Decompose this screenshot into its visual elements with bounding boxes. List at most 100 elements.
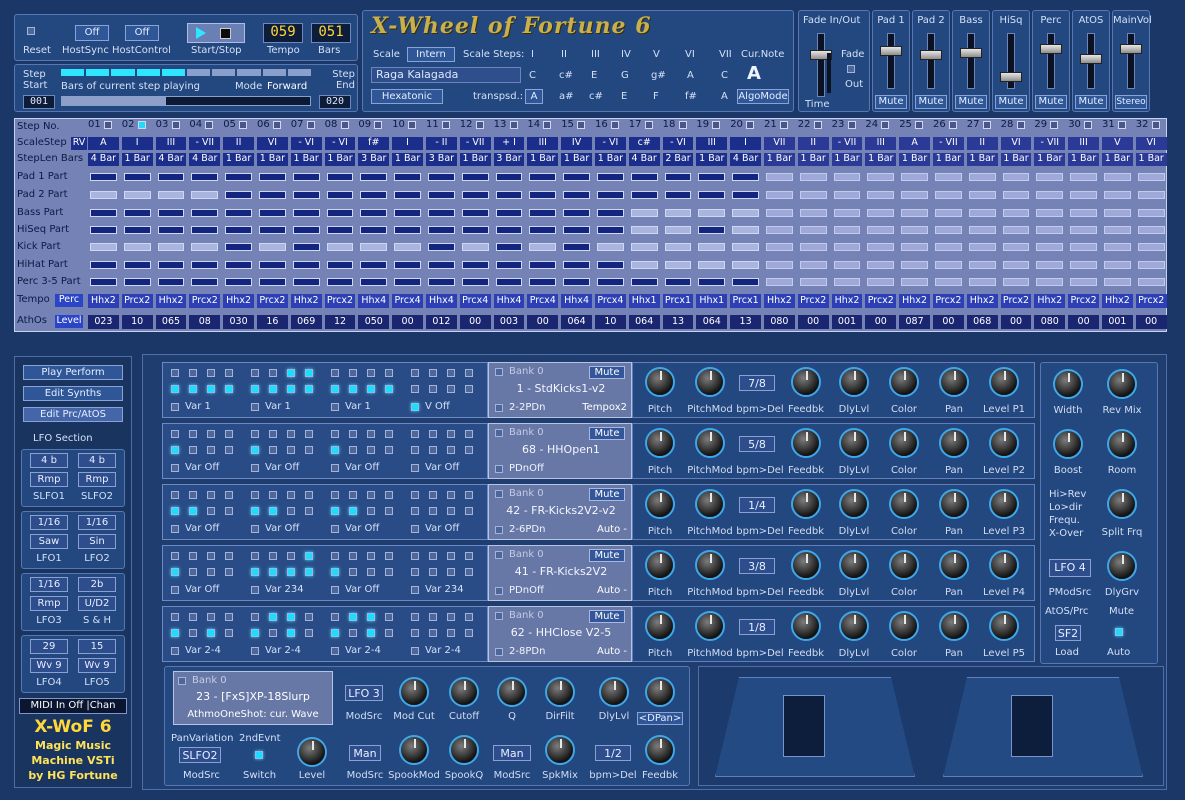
startstop-buttons[interactable] — [187, 23, 245, 43]
tempo-cell[interactable]: Hhx4 — [426, 294, 457, 308]
lfo-wave-a[interactable]: Rmp — [30, 596, 68, 611]
athos-cell[interactable]: 00 — [392, 315, 423, 329]
step-select-led[interactable] — [171, 121, 180, 129]
part-toggle[interactable] — [799, 191, 827, 199]
tempo-cell[interactable]: Prcx2 — [933, 294, 964, 308]
part-toggle[interactable] — [1070, 243, 1097, 251]
step-length-cell[interactable]: 1 Bar — [1034, 153, 1066, 166]
step-led[interactable] — [411, 507, 419, 515]
scale-step-cell[interactable]: A — [88, 137, 119, 150]
part-toggle[interactable] — [90, 226, 117, 234]
part-toggle[interactable] — [732, 209, 759, 217]
step-length-cell[interactable]: 4 Bar — [628, 153, 660, 166]
step-select-led[interactable] — [813, 121, 822, 129]
step-led[interactable] — [349, 552, 357, 560]
bank-led[interactable] — [495, 490, 503, 501]
part-toggle[interactable] — [529, 243, 557, 251]
part-toggle[interactable] — [461, 261, 489, 269]
part-toggle[interactable] — [935, 191, 962, 199]
part-toggle[interactable] — [935, 173, 962, 181]
step-select-led[interactable] — [306, 121, 315, 129]
channel-fader[interactable] — [880, 33, 902, 89]
fx-knob[interactable] — [839, 550, 869, 580]
fader-cap[interactable] — [920, 50, 942, 60]
fx-knob[interactable] — [791, 367, 821, 397]
athos-cell[interactable]: 069 — [290, 315, 322, 329]
part-toggle[interactable] — [394, 191, 421, 199]
step-led[interactable] — [189, 507, 197, 515]
tempo-cell[interactable]: Prcx2 — [1135, 294, 1167, 308]
scale-select[interactable]: Intern — [407, 47, 455, 62]
step-led[interactable] — [331, 385, 339, 393]
step-select-led[interactable] — [611, 121, 619, 129]
part-toggle[interactable] — [563, 261, 590, 269]
athos-cell[interactable]: 00 — [1068, 315, 1099, 329]
part-toggle[interactable] — [732, 278, 759, 286]
step-led[interactable] — [225, 369, 233, 377]
part-toggle[interactable] — [123, 278, 151, 286]
step-led[interactable] — [465, 507, 473, 515]
scale-step-cell[interactable]: - VI — [324, 137, 356, 150]
step-led[interactable] — [349, 491, 357, 499]
step-led[interactable] — [225, 629, 233, 637]
fader-cap[interactable] — [960, 48, 982, 58]
part-toggle[interactable] — [259, 191, 286, 199]
part-toggle[interactable] — [630, 261, 658, 269]
part-toggle[interactable] — [1137, 209, 1165, 217]
fx-knob[interactable] — [839, 489, 869, 519]
athmo-bank-led[interactable] — [178, 677, 186, 688]
step-led[interactable] — [447, 629, 455, 637]
step-led[interactable] — [429, 568, 437, 576]
part-toggle[interactable] — [1002, 226, 1030, 234]
scale-step-cell[interactable]: III — [527, 137, 559, 150]
part-toggle[interactable] — [292, 226, 320, 234]
part-toggle[interactable] — [1137, 261, 1165, 269]
part-toggle[interactable] — [326, 278, 354, 286]
part-toggle[interactable] — [1104, 226, 1131, 234]
step-select-led[interactable] — [780, 121, 788, 129]
switch-led[interactable] — [255, 751, 263, 762]
part-toggle[interactable] — [867, 261, 895, 269]
part-toggle[interactable] — [664, 243, 692, 251]
athmo-level-knob[interactable] — [297, 737, 327, 767]
step-led[interactable] — [385, 507, 393, 515]
channel-fader[interactable] — [920, 33, 942, 89]
scale-step-cell[interactable]: I — [121, 137, 153, 150]
tempo-cell[interactable]: Hhx1 — [696, 294, 728, 308]
part-toggle[interactable] — [1036, 226, 1064, 234]
step-led[interactable] — [207, 613, 215, 621]
step-select-led[interactable] — [678, 121, 687, 129]
athos-cell[interactable]: 023 — [88, 315, 119, 329]
athos-cell[interactable]: 10 — [595, 315, 626, 329]
step-led[interactable] — [429, 491, 437, 499]
part-toggle[interactable] — [766, 209, 793, 217]
part-toggle[interactable] — [191, 191, 219, 199]
room-knob[interactable] — [1107, 429, 1137, 459]
step-led[interactable] — [269, 385, 277, 393]
step-led[interactable] — [385, 629, 393, 637]
step-select-led[interactable] — [1016, 121, 1025, 129]
part-toggle[interactable] — [597, 191, 624, 199]
part-toggle[interactable] — [292, 209, 320, 217]
step-select-led[interactable] — [847, 121, 856, 129]
step-led[interactable] — [331, 430, 339, 438]
step-led[interactable] — [269, 613, 277, 621]
scale-step-cell[interactable]: II — [797, 137, 829, 150]
step-led[interactable] — [411, 613, 419, 621]
delay-division[interactable]: 5/8 — [739, 436, 775, 452]
part-toggle[interactable] — [867, 243, 895, 251]
part-toggle[interactable] — [90, 243, 117, 251]
step-led[interactable] — [349, 385, 357, 393]
part-toggle[interactable] — [766, 226, 793, 234]
step-length-cell[interactable]: 3 Bar — [358, 153, 390, 166]
step-led[interactable] — [287, 568, 295, 576]
part-toggle[interactable] — [732, 243, 759, 251]
fader-cap[interactable] — [1120, 44, 1142, 54]
step-led[interactable] — [349, 430, 357, 438]
pdn-led[interactable] — [495, 587, 503, 598]
step-led[interactable] — [447, 430, 455, 438]
step-length-cell[interactable]: 1 Bar — [223, 153, 254, 166]
part-toggle[interactable] — [1104, 173, 1131, 181]
part-toggle[interactable] — [495, 243, 523, 251]
part-toggle[interactable] — [225, 191, 252, 199]
